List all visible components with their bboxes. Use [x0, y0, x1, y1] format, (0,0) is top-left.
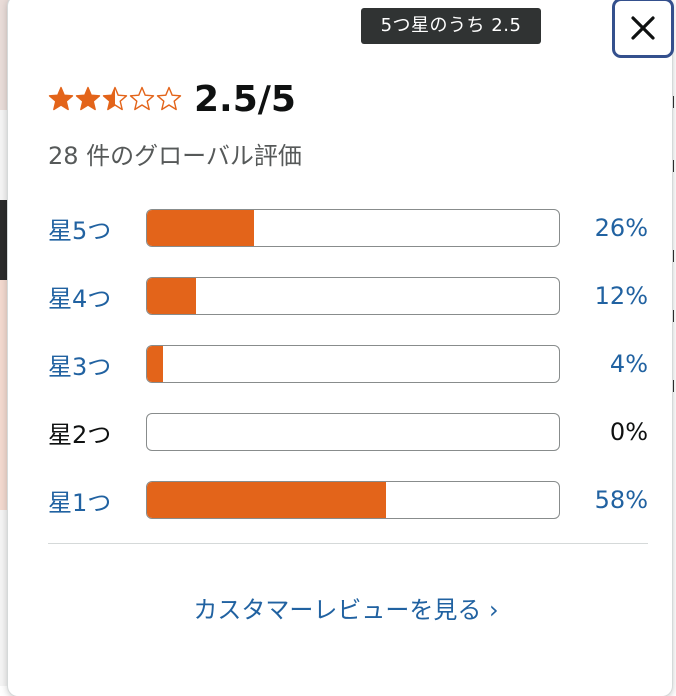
histogram-row[interactable]: 星5つ 26% [48, 208, 648, 248]
histogram-bar[interactable] [146, 209, 560, 247]
histogram-bar-fill [147, 346, 164, 382]
histogram-bar[interactable] [146, 481, 560, 519]
histogram-percent[interactable]: 26% [560, 214, 648, 242]
histogram-star-label[interactable]: 星5つ [48, 211, 146, 246]
histogram-bar[interactable] [146, 277, 560, 315]
global-rating-count: 28 件のグローバル評価 [48, 142, 302, 170]
histogram-row[interactable]: 星1つ 58% [48, 480, 648, 520]
star-empty-icon [129, 86, 155, 111]
histogram-bar-fill [147, 482, 386, 518]
rating-popover: 5つ星のうち 2.5 2.5/5 28 件のグローバル評価 星5つ 26% 星4つ 1… [8, 0, 674, 696]
histogram-bar [146, 413, 560, 451]
histogram-row[interactable]: 星3つ 4% [48, 344, 648, 384]
histogram-row[interactable]: 星4つ 12% [48, 276, 648, 316]
histogram-bar[interactable] [146, 345, 560, 383]
star-full-icon [48, 86, 74, 111]
star-full-icon [75, 86, 101, 111]
histogram-percent: 0% [609, 418, 648, 446]
histogram-row: 星2つ 0% [48, 412, 648, 452]
histogram-star-label[interactable]: 星1つ [48, 483, 146, 518]
histogram-star-label: 星2つ [48, 420, 112, 449]
see-customer-reviews-link[interactable]: カスタマーレビューを見る › [8, 590, 676, 625]
close-button[interactable] [612, 0, 674, 58]
star-empty-icon [156, 86, 182, 111]
rating-value: 2.5/5 [194, 78, 296, 120]
star-half-icon [102, 86, 128, 111]
histogram-bar-fill [147, 278, 197, 314]
histogram-percent[interactable]: 4% [560, 350, 648, 378]
histogram-star-label[interactable]: 星3つ [48, 347, 146, 382]
histogram-percent[interactable]: 12% [560, 282, 648, 310]
rating-summary: 2.5/5 [48, 76, 296, 122]
histogram-star-label[interactable]: 星4つ [48, 279, 146, 314]
histogram-percent[interactable]: 58% [560, 486, 648, 514]
divider [48, 543, 648, 544]
star-rating [48, 86, 182, 112]
close-icon [631, 16, 655, 40]
rating-tooltip: 5つ星のうち 2.5 [361, 8, 541, 44]
histogram-bar-fill [147, 210, 255, 246]
